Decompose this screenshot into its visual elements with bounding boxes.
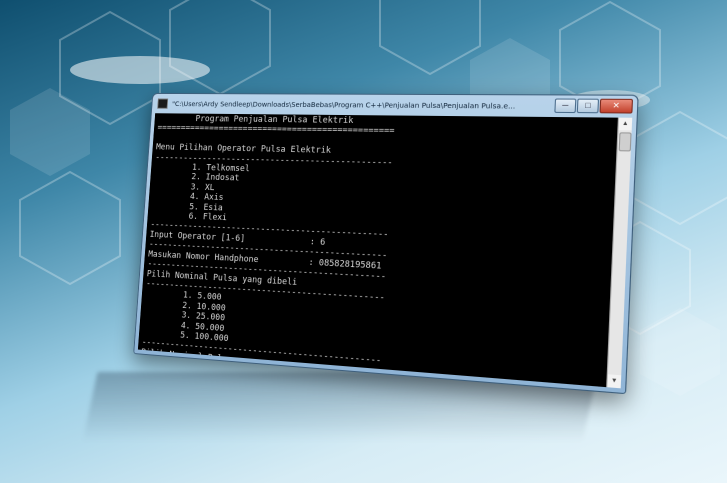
window-title: "C:\Users\Ardy Sendleep\Downloads\SerbaB… xyxy=(171,99,516,111)
close-button[interactable]: ✕ xyxy=(599,98,634,114)
scroll-down-arrow-icon[interactable]: ▼ xyxy=(607,374,622,389)
scroll-thumb[interactable] xyxy=(618,132,632,152)
scroll-up-arrow-icon[interactable]: ▲ xyxy=(618,117,633,131)
console-window[interactable]: "C:\Users\Ardy Sendleep\Downloads\SerbaB… xyxy=(133,93,639,395)
console-line: ========================================… xyxy=(157,123,395,137)
console-line: : _ xyxy=(140,357,318,383)
console-output[interactable]: Program Penjualan Pulsa Elektrik =======… xyxy=(137,113,619,388)
minimize-button[interactable]: ─ xyxy=(554,98,577,114)
console-app-icon xyxy=(157,98,169,109)
maximize-button[interactable]: □ xyxy=(576,98,600,114)
console-text: Program Penjualan Pulsa Elektrik =======… xyxy=(140,114,395,387)
